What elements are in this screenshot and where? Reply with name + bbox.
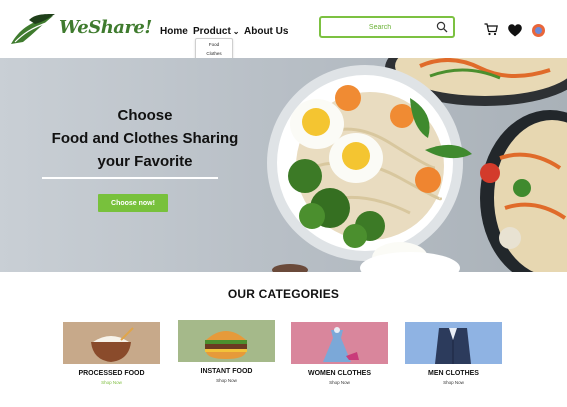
search-icon[interactable] <box>436 21 448 33</box>
shop-now-link[interactable]: Shop Now <box>63 380 160 385</box>
logo-leaf-icon <box>11 14 55 44</box>
dropdown-item-food[interactable]: Food <box>196 42 232 47</box>
dropdown-item-clothes[interactable]: Clothes <box>196 51 232 56</box>
category-name: WOMEN CLOTHES <box>308 370 371 377</box>
category-name: MEN CLOTHES <box>428 370 479 377</box>
categories-heading: OUR CATEGORIES <box>227 287 340 301</box>
chevron-down-icon: ⌄ <box>232 27 240 36</box>
heart-icon[interactable] <box>508 24 522 37</box>
hero-line-3: your Favorite <box>97 153 193 170</box>
shop-now-link[interactable]: Shop Now <box>405 380 502 385</box>
category-card-instant-food[interactable]: INSTANT FOOD Shop Now <box>178 320 275 398</box>
cart-icon[interactable] <box>484 23 498 36</box>
dress-image <box>291 322 388 364</box>
brand-name[interactable]: WeShare! <box>59 17 152 38</box>
rice-bowl-image <box>63 322 160 364</box>
nav-about[interactable]: About Us <box>244 26 288 37</box>
hero-banner: Choose Food and Clothes Sharing your Fav… <box>0 58 567 272</box>
avatar[interactable] <box>532 24 545 37</box>
category-name: INSTANT FOOD <box>200 368 253 375</box>
category-card-women-clothes[interactable]: WOMEN CLOTHES Shop Now <box>291 322 388 400</box>
search-bar <box>319 16 455 38</box>
avatar-inner <box>535 27 542 34</box>
category-card-processed-food[interactable]: PROCESSED FOOD Shop Now <box>63 322 160 400</box>
nav-product[interactable]: Product ⌄ <box>193 26 239 37</box>
category-name: PROCESSED FOOD <box>78 370 145 377</box>
choose-now-button[interactable]: Choose now! <box>98 194 168 212</box>
header: WeShare! Home Product ⌄ About Us Food Clo… <box>0 0 567 60</box>
hero-line-1: Choose <box>117 107 173 124</box>
hero-food-image <box>267 58 567 272</box>
shop-now-link[interactable]: Shop Now <box>291 380 388 385</box>
hero-line-2: Food and Clothes Sharing <box>51 130 239 147</box>
nav-product-label: Product <box>193 26 231 37</box>
product-dropdown: Food Clothes <box>195 38 233 60</box>
shop-now-link[interactable]: Shop Now <box>178 378 275 383</box>
hero-divider <box>42 177 218 179</box>
search-input[interactable] <box>325 20 435 34</box>
hero-headline: Choose Food and Clothes Sharing your Fav… <box>20 104 270 173</box>
category-card-men-clothes[interactable]: MEN CLOTHES Shop Now <box>405 322 502 400</box>
suit-image <box>405 322 502 364</box>
nav-home[interactable]: Home <box>160 26 188 37</box>
burger-image <box>178 320 275 362</box>
